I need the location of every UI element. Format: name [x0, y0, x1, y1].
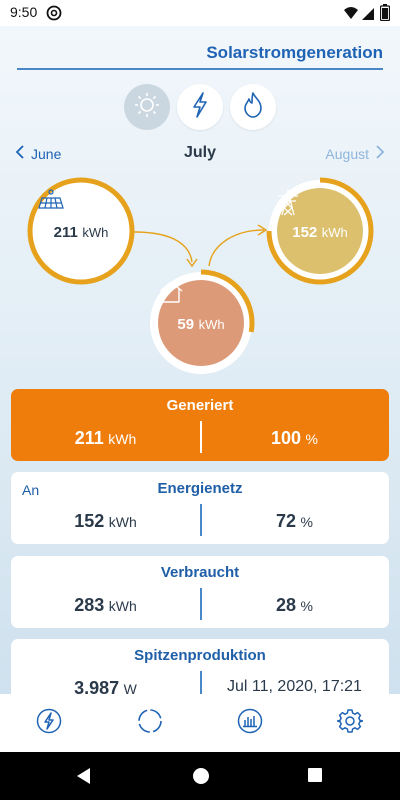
wifi-icon [343, 5, 359, 26]
at-sign-icon [46, 5, 62, 26]
generated-title: Generiert [166, 397, 234, 414]
battery-icon [379, 4, 391, 26]
tab-energy[interactable] [35, 708, 63, 739]
tab-statistics[interactable] [236, 708, 264, 739]
status-bar: 9:50 [0, 0, 400, 26]
status-time: 9:50 [10, 4, 38, 20]
consumed-percent-unit: % [300, 598, 313, 614]
peak-date: Jul 11, 2020, 17:21 [227, 678, 362, 694]
grid-card-percent: 72 [276, 511, 297, 531]
peak-card: Spitzenproduktion 3.987 W Jul 11, 2020, … [11, 639, 389, 694]
cell-signal-icon [361, 5, 375, 26]
home-node: 59 kWh [146, 268, 256, 378]
bottom-tab-bar [0, 694, 400, 752]
generated-percent: 100 [271, 428, 302, 448]
peak-value: 3.987 [74, 678, 120, 694]
chart-icon [237, 708, 263, 739]
gear-icon [336, 708, 364, 739]
tab-settings[interactable] [336, 708, 364, 739]
generated-unit: kWh [108, 431, 137, 447]
grid-unit: kWh [321, 224, 348, 240]
app-content: Solarstromgeneration June July August 21… [0, 26, 400, 694]
generated-value: 211 [74, 428, 104, 448]
generated-percent-unit: % [305, 431, 318, 447]
grid-card: An Energienetz 152 kWh 72 % [11, 472, 389, 544]
home-unit: kWh [198, 317, 225, 332]
grid-card-percent-unit: % [300, 514, 313, 530]
generated-card: Generiert 211 kWh 100 % [11, 389, 389, 461]
lightning-icon [36, 708, 62, 739]
system-nav-bar [0, 752, 400, 800]
grid-title: Energienetz [157, 480, 243, 497]
solar-unit: kWh [82, 225, 109, 240]
back-button[interactable] [74, 766, 92, 791]
peak-title: Spitzenproduktion [134, 647, 266, 664]
home-value: 59 [177, 316, 195, 333]
consumed-value: 283 [74, 595, 105, 615]
solar-node: 211 kWh [26, 176, 136, 286]
consumed-title: Verbraucht [160, 564, 240, 581]
consumed-unit: kWh [108, 598, 137, 614]
tab-overview[interactable] [136, 708, 164, 739]
grid-card-value: 152 [74, 511, 105, 531]
home-button[interactable] [192, 767, 210, 790]
circle-icon [137, 708, 163, 739]
peak-unit: W [123, 681, 137, 694]
grid-card-unit: kWh [108, 514, 137, 530]
consumed-percent: 28 [276, 595, 297, 615]
grid-value: 152 [292, 223, 318, 241]
grid-node: 152 kWh [265, 176, 375, 286]
recents-button[interactable] [307, 767, 323, 788]
solar-value: 211 [53, 224, 78, 241]
consumed-card: Verbraucht 283 kWh 28 % [11, 556, 389, 628]
